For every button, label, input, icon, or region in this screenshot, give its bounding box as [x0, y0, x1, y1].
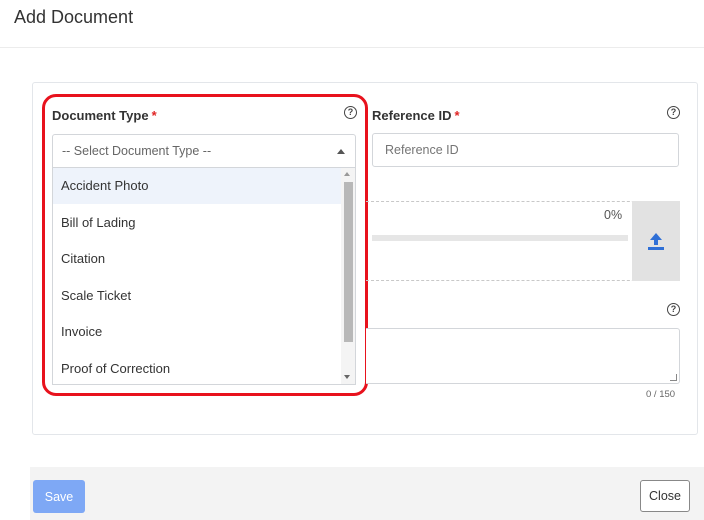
question-circle-icon[interactable]: ? — [344, 106, 357, 119]
upload-button[interactable] — [632, 201, 680, 281]
required-mark: * — [151, 108, 157, 123]
dropdown-option-accident-photo[interactable]: Accident Photo — [53, 168, 343, 204]
save-button[interactable]: Save — [33, 480, 85, 513]
dropdown-option-citation[interactable]: Citation — [53, 241, 343, 277]
modal-title: Add Document — [14, 7, 134, 27]
reference-id-label: Reference ID * — [372, 108, 460, 123]
resize-handle-icon[interactable] — [670, 374, 677, 381]
reference-id-label-text: Reference ID — [372, 108, 452, 123]
dropdown-option-scale-ticket[interactable]: Scale Ticket — [53, 278, 343, 314]
dropdown-option-invoice[interactable]: Invoice — [53, 314, 343, 350]
scroll-thumb[interactable] — [344, 182, 353, 342]
reference-id-input[interactable] — [372, 133, 679, 167]
document-type-label: Document Type * — [52, 108, 157, 123]
document-type-select[interactable]: -- Select Document Type -- — [52, 134, 356, 168]
dropdown-option-bill-of-lading[interactable]: Bill of Lading — [53, 205, 343, 241]
upload-progress-bar — [372, 235, 628, 241]
dropdown-option-proof-of-correction[interactable]: Proof of Correction — [53, 351, 343, 384]
modal-footer — [30, 467, 704, 520]
question-circle-icon[interactable]: ? — [667, 303, 680, 316]
scroll-down-arrow-icon[interactable] — [344, 375, 350, 379]
notes-textarea[interactable] — [366, 328, 680, 384]
title-divider — [0, 47, 704, 48]
document-type-label-text: Document Type — [52, 108, 149, 123]
dropdown-scrollbar[interactable] — [341, 168, 355, 384]
upload-progress-text: 0% — [604, 208, 623, 222]
character-count: 0 / 150 — [646, 389, 676, 400]
document-type-dropdown[interactable]: Accident Photo Bill of Lading Citation S… — [52, 167, 356, 385]
required-mark: * — [454, 108, 460, 123]
question-circle-icon[interactable]: ? — [667, 106, 680, 119]
select-placeholder: -- Select Document Type -- — [62, 144, 212, 158]
close-button[interactable]: Close — [640, 480, 690, 512]
scroll-up-arrow-icon[interactable] — [344, 172, 350, 176]
caret-up-icon — [337, 149, 345, 154]
